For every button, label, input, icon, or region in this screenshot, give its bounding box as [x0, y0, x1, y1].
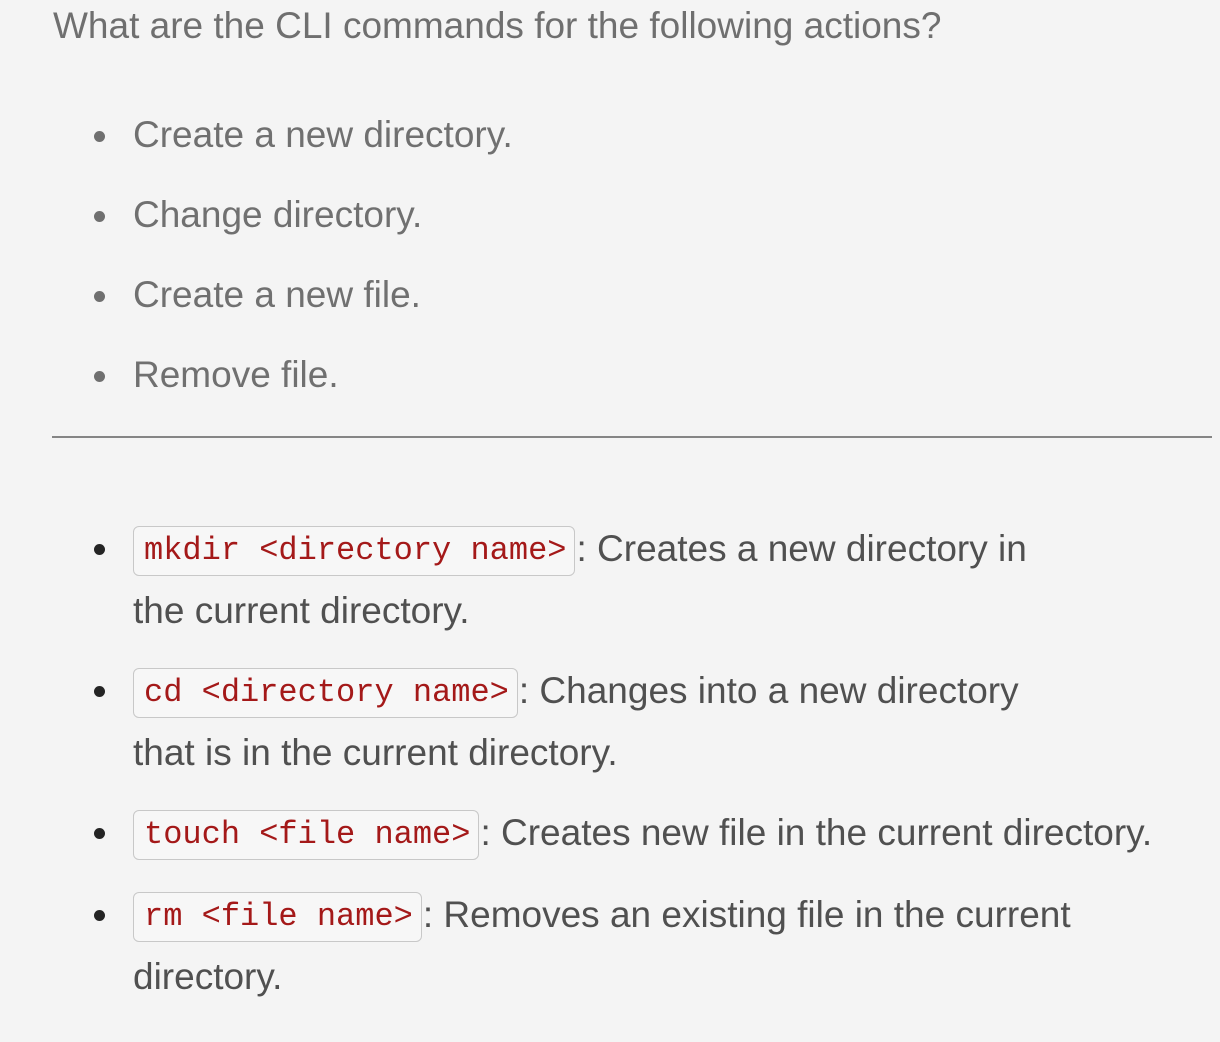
list-item: Create a new directory. [0, 113, 513, 193]
code-mkdir: mkdir <directory name> [133, 526, 576, 576]
answers-list: mkdir <directory name>: Creates a new di… [0, 518, 1220, 1026]
action-text-change-directory: Change directory. [133, 194, 423, 235]
question-heading: What are the CLI commands for the follow… [53, 5, 942, 46]
list-item: Change directory. [0, 193, 513, 273]
list-item: Create a new file. [0, 273, 513, 353]
document-page: What are the CLI commands for the follow… [0, 0, 1220, 1042]
action-text-create-file: Create a new file. [133, 274, 421, 315]
action-text-remove-file: Remove file. [133, 354, 339, 395]
code-touch: touch <file name> [133, 810, 480, 860]
code-rm: rm <file name> [133, 892, 422, 942]
horizontal-divider [52, 436, 1212, 438]
answer-item-mkdir: mkdir <directory name>: Creates a new di… [0, 518, 1087, 660]
answer-item-rm: rm <file name>: Removes an existing file… [0, 884, 1087, 1026]
actions-list: Create a new directory. Change directory… [0, 113, 513, 433]
action-text-create-directory: Create a new directory. [133, 114, 513, 155]
answer-item-touch: touch <file name>: Creates new file in t… [0, 802, 1220, 884]
code-cd: cd <directory name> [133, 668, 518, 718]
answer-description-touch: : Creates new file in the current direct… [480, 812, 1153, 853]
answer-item-cd: cd <directory name>: Changes into a new … [0, 660, 1087, 802]
list-item: Remove file. [0, 353, 513, 433]
